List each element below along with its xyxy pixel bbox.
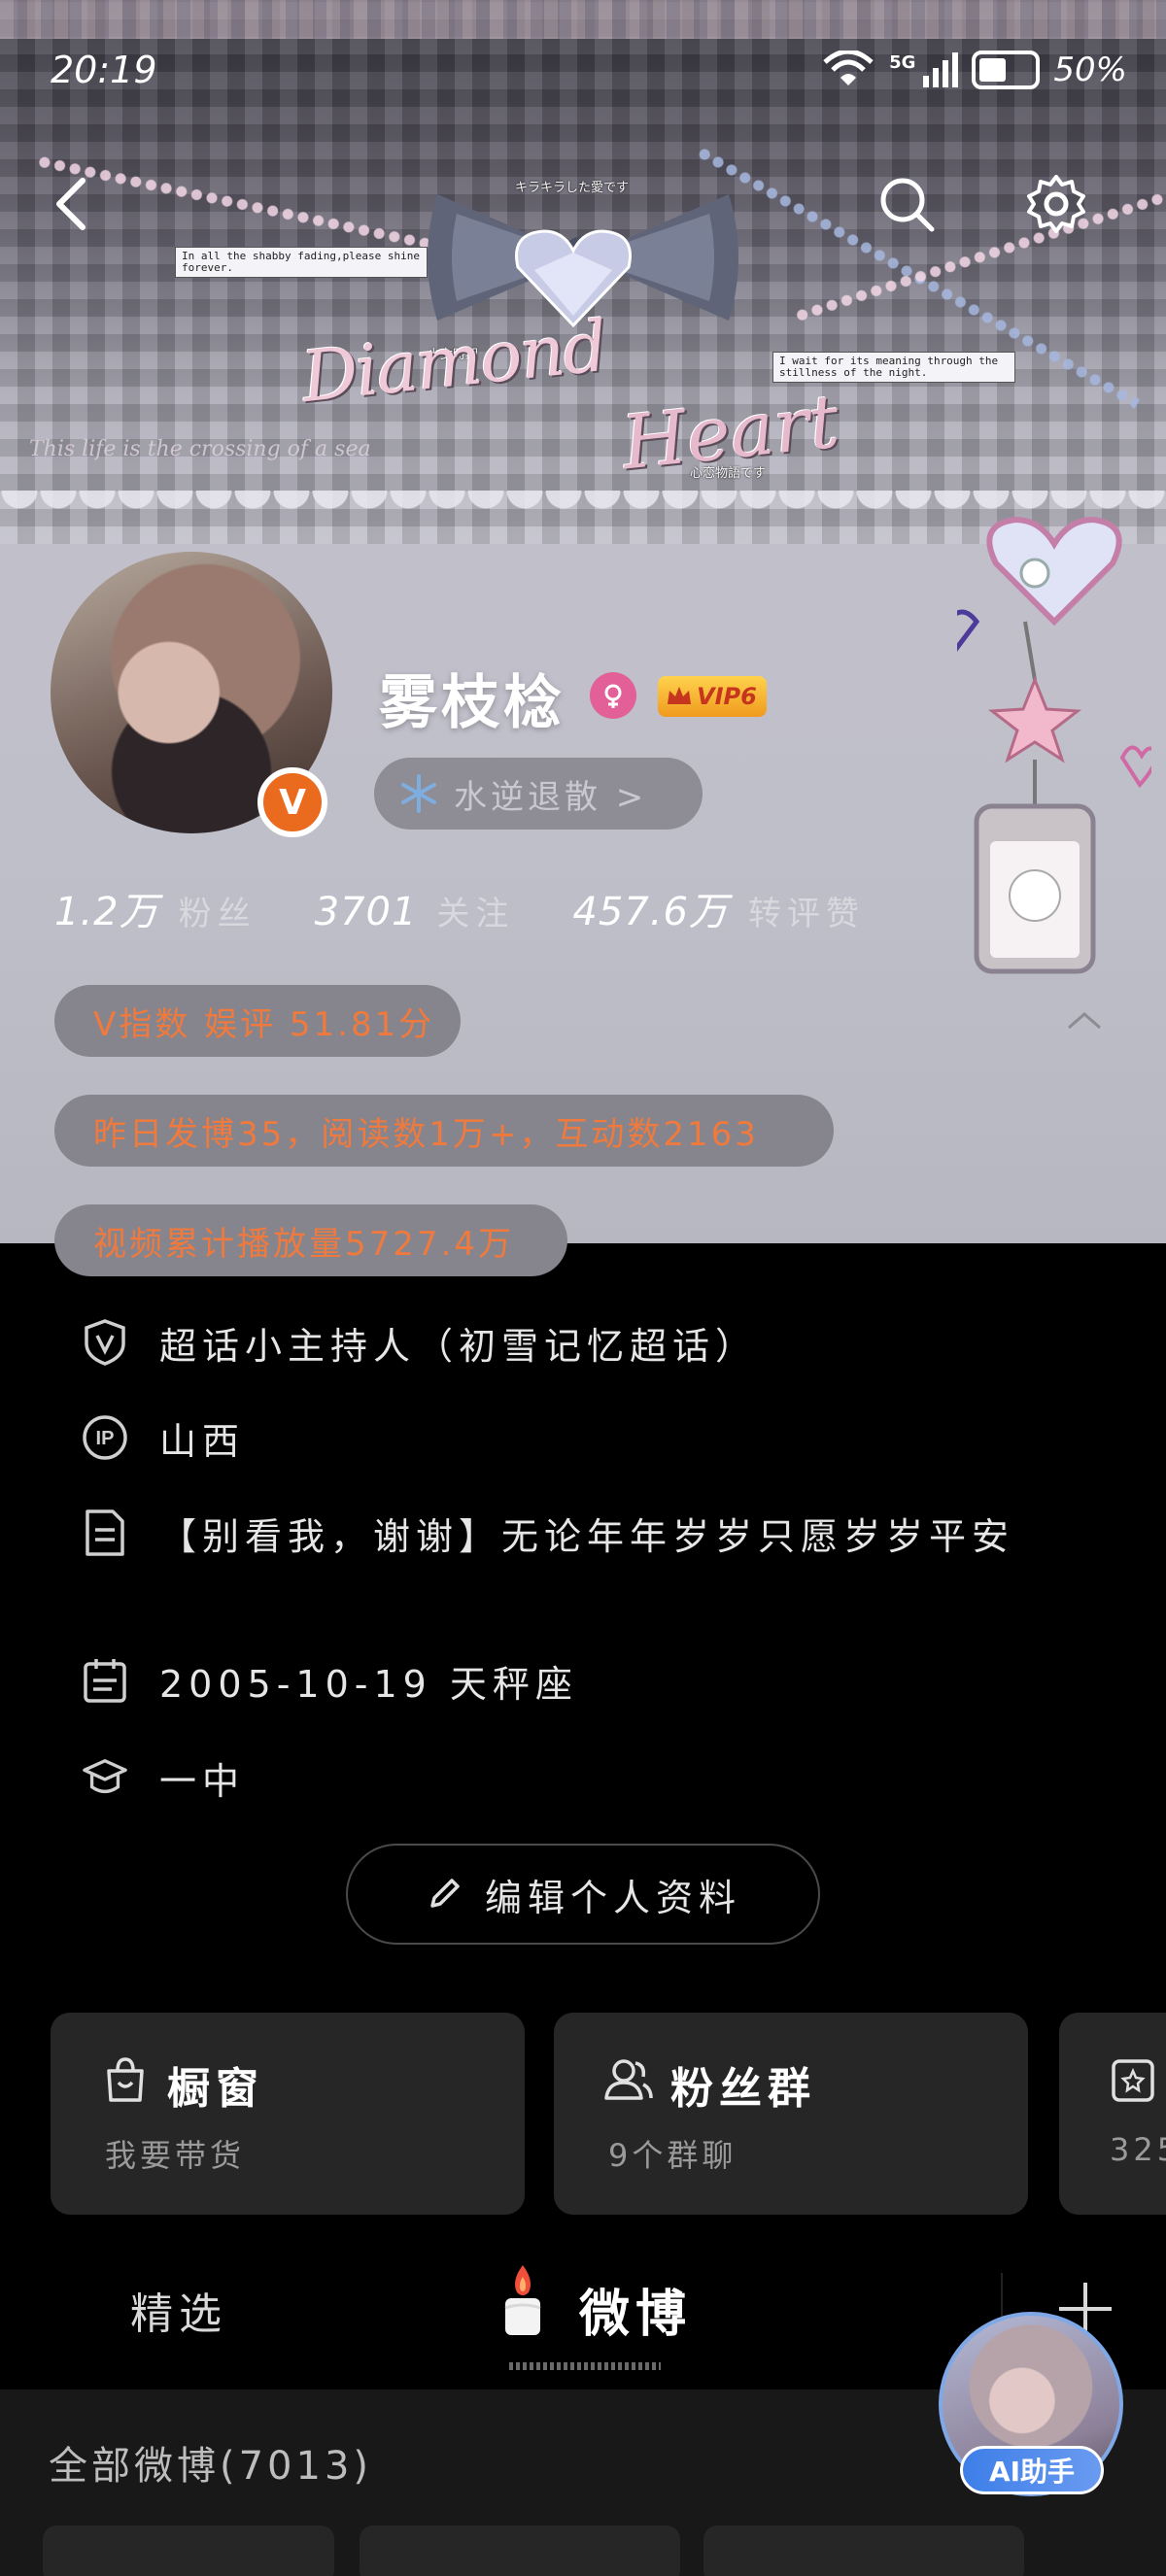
bio-school: 一中 — [159, 1760, 246, 1803]
bio-role: 超话小主持人（初雪记忆超话） — [159, 1325, 759, 1368]
edit-profile-button[interactable]: 编辑个人资料 — [346, 1844, 820, 1945]
bio-birthday: 2005-10-19 天秤座 — [159, 1663, 578, 1706]
following-count[interactable]: 3701 — [315, 890, 418, 934]
vip-badge[interactable]: VIP6 — [658, 676, 767, 717]
charm-decoration — [957, 516, 1151, 974]
star-card-icon — [1112, 2059, 1154, 2102]
snowflake-icon — [401, 774, 436, 813]
daily-stats-pill[interactable]: 昨日发博35，阅读数1万+，互动数2163 — [54, 1095, 834, 1167]
clock: 20:19 — [51, 49, 157, 91]
battery-percent: 50% — [1053, 51, 1127, 89]
ai-assistant-button[interactable]: AI助手 — [960, 2446, 1104, 2494]
verified-badge: V — [257, 767, 327, 837]
vip-label: VIP6 — [697, 683, 757, 710]
battery-icon — [972, 51, 1041, 89]
bio-role-row[interactable]: 超话小主持人（初雪记忆超话） — [82, 1319, 758, 1373]
banner-crossing-text: This life is the crossing of a sea — [29, 437, 371, 461]
back-button[interactable] — [37, 170, 105, 238]
mood-tag[interactable]: 水逆退散 > — [374, 758, 703, 830]
followers-label[interactable]: 粉丝 — [179, 887, 257, 934]
followers-count[interactable]: 1.2万 — [54, 880, 159, 936]
following-label[interactable]: 关注 — [436, 887, 514, 934]
candle-icon — [504, 2265, 541, 2335]
wifi-icon — [823, 51, 874, 85]
graduation-cap-icon — [82, 1754, 128, 1801]
filter-chip[interactable] — [43, 2525, 334, 2576]
back-arrow-icon — [56, 178, 86, 230]
tab-weibo[interactable]: 微博 — [579, 2273, 692, 2346]
ai-assistant-label: AI助手 — [988, 2456, 1076, 2488]
filter-chip[interactable] — [360, 2525, 680, 2576]
card-fan-title: 粉丝群 — [670, 2064, 816, 2114]
calendar-icon — [82, 1657, 128, 1704]
shield-v-icon — [82, 1319, 128, 1366]
stats-row: 1.2万 粉丝 3701 关注 457.6万 转评赞 — [54, 880, 923, 936]
pencil-icon — [430, 1879, 460, 1908]
banner-title-diamond: Diamond — [297, 304, 610, 419]
crown-icon — [668, 687, 691, 704]
bio-intro: 【别看我，谢谢】无论年年岁岁只愿岁岁平安 — [159, 1515, 1015, 1558]
banner-note-left: In all the shabby fading,please shine fo… — [175, 247, 428, 278]
document-icon — [82, 1509, 128, 1556]
banner-title-heart: Heart — [617, 377, 843, 487]
pearl-chain — [795, 185, 1166, 322]
banner-note-right: I wait for its meaning through the still… — [772, 352, 1015, 383]
svg-text:IP: IP — [96, 1428, 115, 1449]
mood-tag-label: 水逆退散 > — [454, 777, 648, 817]
settings-button[interactable] — [1022, 170, 1090, 238]
card-fan-group[interactable]: 粉丝群 9个群聊 — [554, 2013, 1028, 2215]
card-shop-subtitle: 我要带货 — [105, 2137, 246, 2174]
card-shop-title: 橱窗 — [167, 2064, 264, 2114]
edit-profile-label: 编辑个人资料 — [484, 1876, 741, 1919]
group-users-icon — [604, 2059, 653, 2100]
chevron-up-icon[interactable] — [1065, 1008, 1104, 1032]
signal-icon: 5G — [889, 52, 959, 87]
nickname: 雾枝棯 — [379, 669, 566, 737]
likes-count[interactable]: 457.6万 — [572, 880, 729, 936]
likes-label[interactable]: 转评赞 — [748, 887, 865, 934]
gear-icon — [1027, 175, 1085, 233]
search-button[interactable] — [873, 170, 941, 238]
tab-active-indicator — [509, 2362, 661, 2370]
gender-female-icon — [590, 672, 636, 719]
card-third-subtitle: 325 — [1110, 2131, 1166, 2168]
v-index-pill[interactable]: V指数 娱评 51.81分 — [54, 985, 461, 1057]
video-plays-pill[interactable]: 视频累计播放量5727.4万 — [54, 1204, 567, 1276]
bio-birthday-row: 2005-10-19 天秤座 — [82, 1657, 578, 1712]
tab-featured[interactable]: 精选 — [130, 2279, 227, 2341]
bio-ip-location: 山西 — [159, 1420, 246, 1463]
all-weibo-filter[interactable]: 全部微博(7013) — [49, 2434, 372, 2491]
bio-ip-row: IP 山西 — [82, 1414, 245, 1469]
search-icon — [880, 178, 935, 232]
status-bar: 20:19 5G 50% — [0, 0, 1166, 146]
card-fan-subtitle: 9个群聊 — [608, 2137, 737, 2174]
filter-chip[interactable] — [703, 2525, 1024, 2576]
card-shop-window[interactable]: 橱窗 我要带货 — [51, 2013, 525, 2215]
card-third-partial[interactable]: 325 — [1059, 2013, 1166, 2215]
bio-intro-row: 【别看我，谢谢】无论年年岁岁只愿岁岁平安 — [82, 1509, 1034, 1564]
ip-icon: IP — [82, 1414, 128, 1461]
network-type: 5G — [889, 52, 916, 73]
shopping-bag-icon — [107, 2057, 144, 2102]
bio-school-row: 一中 — [82, 1754, 245, 1809]
banner-jp-top: キラキラした愛です — [515, 181, 630, 195]
